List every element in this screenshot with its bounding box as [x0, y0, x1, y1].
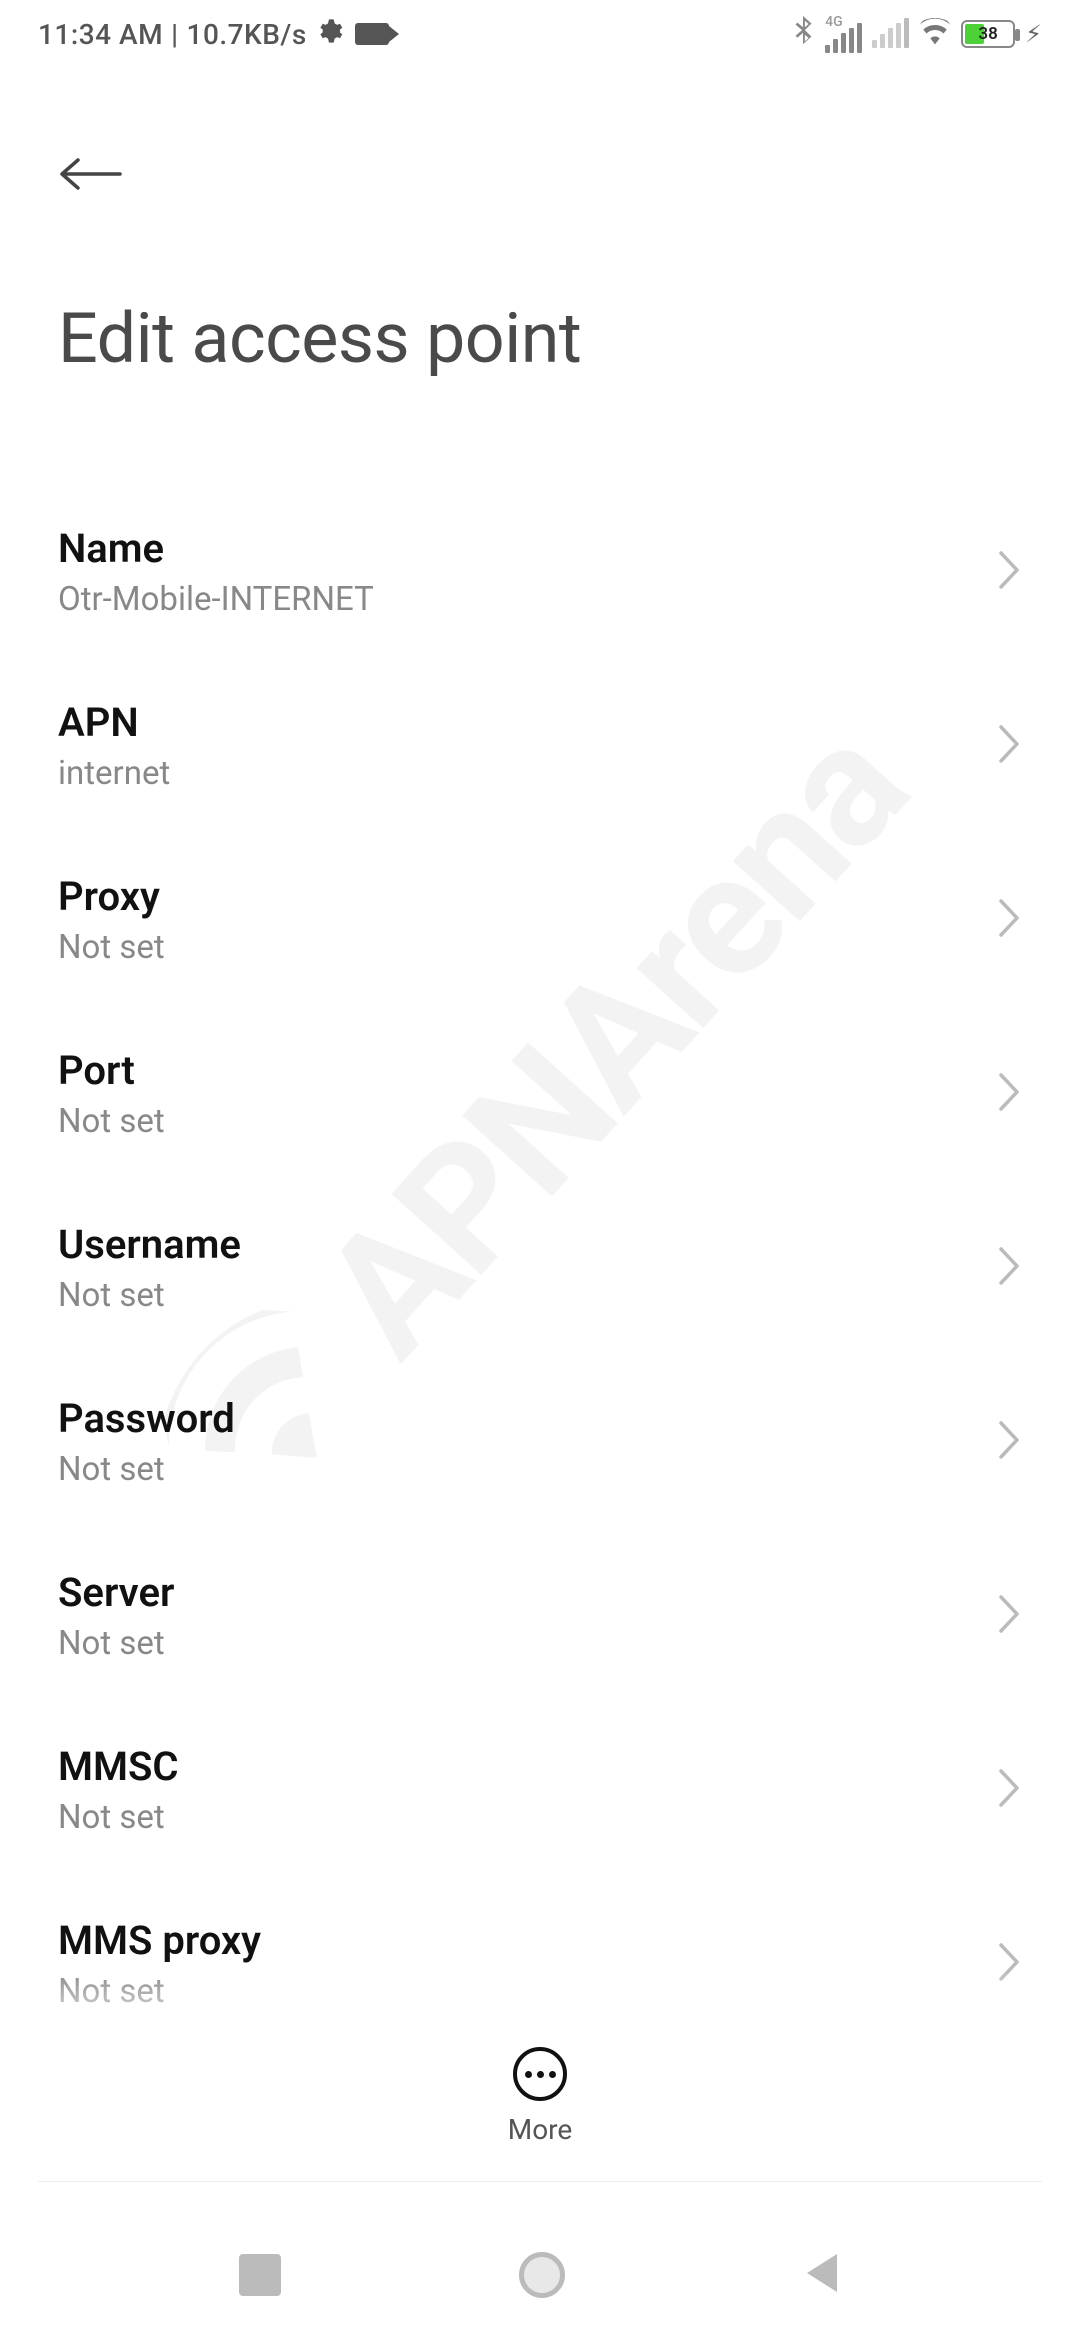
setting-row-name[interactable]: Name Otr-Mobile-INTERNET [58, 490, 1022, 664]
page-title: Edit access point [58, 298, 1022, 380]
setting-row-username[interactable]: Username Not set [58, 1186, 1022, 1360]
chevron-right-icon [996, 550, 1022, 594]
setting-row-apn[interactable]: APN internet [58, 664, 1022, 838]
setting-row-port[interactable]: Port Not set [58, 1012, 1022, 1186]
setting-label: Name [58, 525, 374, 572]
setting-label: Proxy [58, 873, 165, 920]
wifi-icon [919, 17, 951, 52]
bluetooth-icon [791, 16, 815, 53]
setting-value: Otr-Mobile-INTERNET [58, 580, 374, 619]
setting-value: Not set [58, 928, 165, 967]
setting-row-proxy[interactable]: Proxy Not set [58, 838, 1022, 1012]
more-label: More [508, 2113, 573, 2146]
chevron-right-icon [996, 724, 1022, 768]
setting-row-mmsc[interactable]: MMSC Not set [58, 1708, 1022, 1882]
back-button[interactable] [58, 153, 128, 193]
setting-value: Not set [58, 1450, 235, 1489]
setting-value: Not set [58, 1624, 174, 1663]
setting-label: MMS proxy [58, 1917, 261, 1964]
signal-sim1-icon: 4G [825, 15, 862, 53]
nav-home-button[interactable] [519, 2252, 565, 2298]
status-time: 11:34 AM [38, 18, 163, 51]
setting-value: Not set [58, 1276, 241, 1315]
setting-value: internet [58, 754, 170, 793]
charging-icon: ⚡︎ [1025, 20, 1042, 48]
setting-label: Username [58, 1221, 241, 1268]
gear-icon [315, 17, 343, 52]
android-nav-bar [0, 2210, 1080, 2340]
chevron-right-icon [996, 1420, 1022, 1464]
video-icon [355, 23, 389, 45]
chevron-right-icon [996, 1246, 1022, 1290]
nav-recent-button[interactable] [239, 2254, 281, 2296]
setting-label: APN [58, 699, 170, 746]
more-icon [513, 2047, 567, 2101]
settings-list: Name Otr-Mobile-INTERNET APN internet Pr… [0, 380, 1080, 2056]
setting-label: Password [58, 1395, 235, 1442]
setting-label: Server [58, 1569, 174, 1616]
status-net-speed: 10.7KB/s [187, 18, 307, 51]
chevron-right-icon [996, 1942, 1022, 1986]
chevron-right-icon [996, 1768, 1022, 1812]
status-bar: 11:34 AM | 10.7KB/s 4G 38 ⚡︎ [0, 0, 1080, 68]
chevron-right-icon [996, 1594, 1022, 1638]
chevron-right-icon [996, 898, 1022, 942]
battery-icon: 38 [961, 20, 1015, 48]
setting-value: Not set [58, 1798, 179, 1837]
setting-row-server[interactable]: Server Not set [58, 1534, 1022, 1708]
chevron-right-icon [996, 1072, 1022, 1116]
signal-sim2-icon [872, 20, 909, 48]
nav-back-button[interactable] [803, 2252, 841, 2298]
setting-label: Port [58, 1047, 165, 1094]
setting-value: Not set [58, 1972, 261, 2011]
setting-label: MMSC [58, 1743, 179, 1790]
setting-row-password[interactable]: Password Not set [58, 1360, 1022, 1534]
more-button[interactable]: More [508, 2037, 573, 2176]
setting-value: Not set [58, 1102, 165, 1141]
setting-row-mms-proxy[interactable]: MMS proxy Not set [58, 1882, 1022, 2056]
